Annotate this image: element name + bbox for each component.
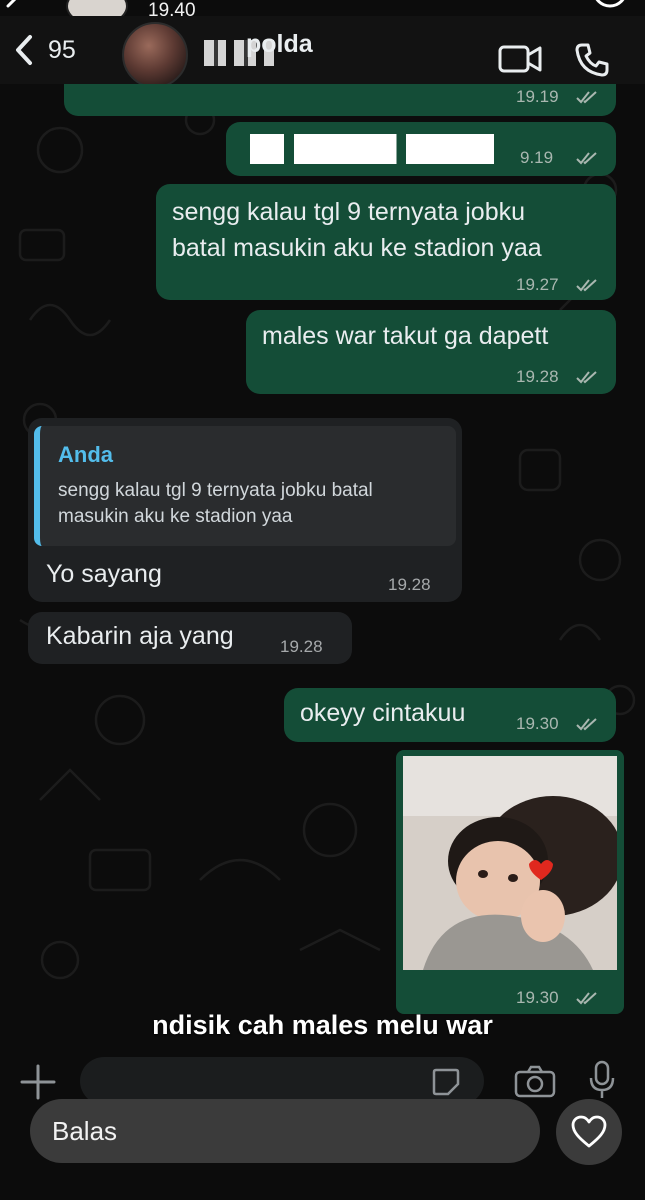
message-time: 19.28 (280, 637, 323, 656)
message-bubble-outgoing[interactable]: okeyy cintakuu 19.30 (284, 688, 616, 742)
like-button[interactable] (556, 1099, 622, 1165)
baby-photo-illustration (403, 756, 617, 970)
heart-icon (571, 1115, 607, 1148)
message-bubble-outgoing[interactable]: males war takut ga dapett 19.28 (246, 310, 616, 394)
mic-icon[interactable] (588, 1060, 616, 1100)
read-ticks-icon (576, 718, 597, 731)
read-ticks-icon (576, 371, 597, 384)
message-input[interactable] (80, 1057, 484, 1105)
story-caption: ndisik cah males melu war (152, 1010, 493, 1040)
message-time: 9.19 (520, 148, 554, 167)
read-ticks-icon (576, 992, 597, 1005)
text-redaction (250, 134, 494, 164)
shared-photo[interactable] (403, 756, 617, 970)
message-time: 19.28 (388, 575, 431, 594)
message-text: males war takut ga dapett (262, 322, 549, 350)
back-button[interactable]: 95 (14, 30, 76, 70)
message-time: 19.30 (516, 714, 559, 733)
message-bubble-incoming[interactable]: Kabarin aja yang 19.28 (28, 612, 352, 664)
chevron-left-icon (16, 35, 32, 65)
reply-input[interactable]: Balas (30, 1099, 540, 1163)
quote-author: Anda (58, 442, 113, 467)
phone-call-icon[interactable] (574, 42, 610, 78)
message-text: sengg kalau tgl 9 ternyata jobku batal m… (172, 198, 542, 262)
message-time: 19.27 (516, 275, 559, 294)
quote-text: sengg kalau tgl 9 ternyata jobku batal m… (58, 480, 373, 527)
read-ticks-icon (576, 91, 597, 104)
message-bubble-outgoing[interactable]: sengg kalau tgl 9 ternyata jobku batal m… (156, 184, 616, 300)
plus-icon[interactable] (18, 1062, 58, 1102)
camera-icon[interactable] (514, 1064, 556, 1098)
sticker-icon[interactable] (430, 1066, 462, 1098)
message-time: 19.19 (516, 87, 559, 106)
message-time: 19.28 (516, 367, 559, 386)
read-ticks-icon (576, 279, 597, 292)
story-more-icon[interactable] (590, 0, 630, 16)
message-text: Kabarin aja yang (46, 622, 234, 650)
chat-header: 95 polda (0, 16, 645, 88)
quoted-message[interactable]: Anda sengg kalau tgl 9 ternyata jobku ba… (34, 426, 456, 546)
message-text: okeyy cintakuu (300, 699, 466, 727)
video-call-icon[interactable] (498, 43, 542, 75)
message-bubble-outgoing[interactable]: 19.19 (64, 84, 616, 116)
read-ticks-icon (576, 152, 597, 165)
message-text: Yo sayang (46, 560, 162, 588)
reply-placeholder: Balas (52, 1116, 118, 1146)
contact-avatar[interactable] (122, 22, 188, 88)
message-time: 19.30 (516, 988, 559, 1007)
contact-name[interactable]: polda (246, 30, 313, 59)
unread-count: 95 (48, 35, 76, 64)
